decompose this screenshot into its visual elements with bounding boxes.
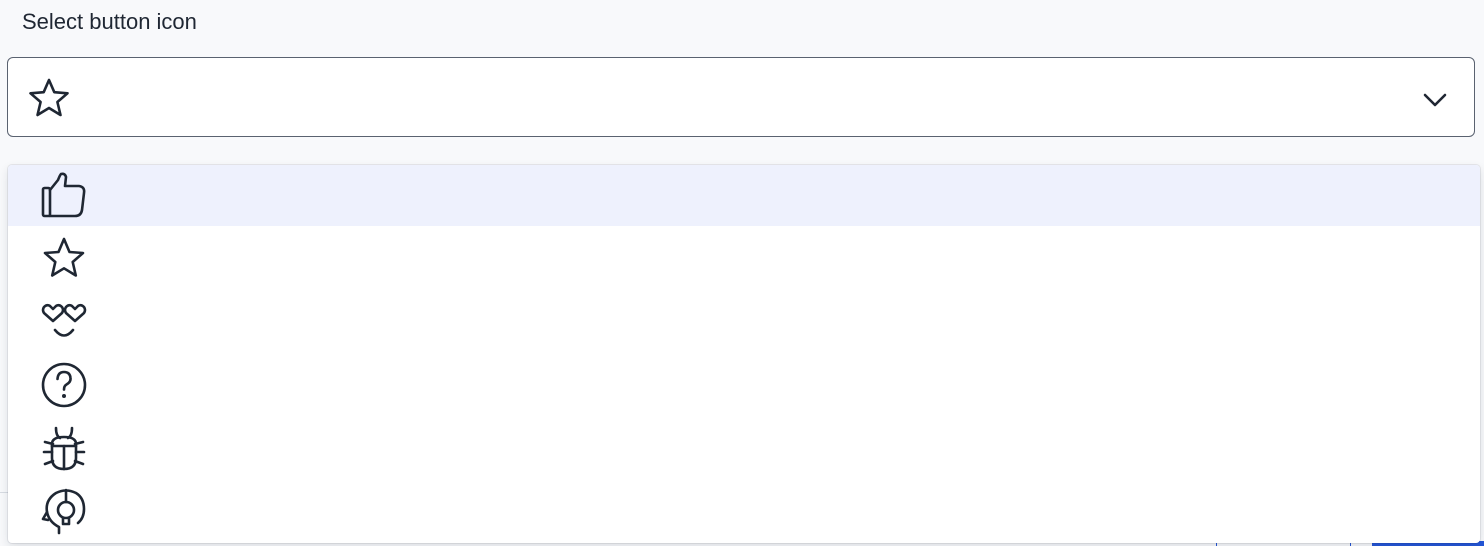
head-lightbulb-icon [41, 488, 86, 535]
star-icon [29, 78, 69, 117]
option-question[interactable] [8, 355, 1480, 416]
field-label: Select button icon [22, 9, 197, 34]
star-icon [43, 237, 85, 277]
option-star[interactable] [8, 229, 1480, 290]
option-bug[interactable] [8, 419, 1480, 480]
icon-select-dropdown[interactable] [7, 57, 1475, 137]
question-circle-icon [41, 362, 87, 408]
chevron-down-icon [1423, 93, 1447, 107]
option-head-lightbulb[interactable] [8, 481, 1480, 542]
option-thumbs-up[interactable] [8, 165, 1480, 226]
option-heart-eyes[interactable] [8, 290, 1480, 351]
thumbs-up-icon [41, 172, 86, 218]
icon-options-list [8, 165, 1480, 543]
bug-icon [42, 426, 86, 471]
background-divider [0, 492, 8, 493]
icon-select-page: Select button icon [0, 0, 1484, 546]
heart-eyes-smile-icon [41, 303, 87, 337]
